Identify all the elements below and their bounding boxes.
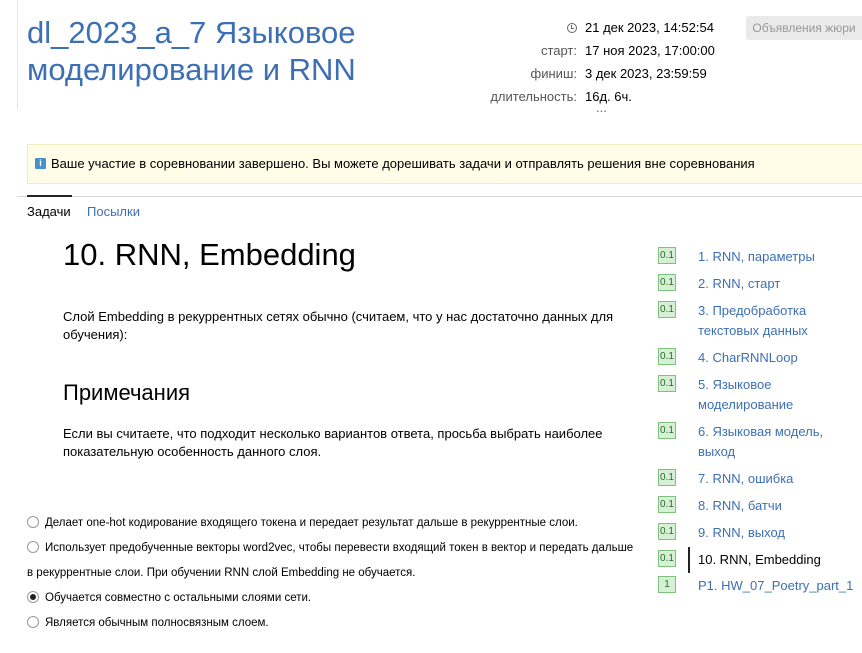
- problem-link[interactable]: 4. CharRNNLoop: [698, 348, 858, 368]
- tabs-divider: [17, 196, 862, 197]
- problem-statement: Слой Embedding в рекуррентных сетях обыч…: [63, 309, 614, 342]
- answer-option-4[interactable]: Является обычным полносвязным слоем.: [27, 615, 269, 630]
- answer-option-3[interactable]: Обучается совместно с остальными слоями …: [27, 590, 311, 605]
- radio-button[interactable]: [27, 515, 39, 528]
- problem-link[interactable]: 9. RNN, выход: [698, 523, 858, 543]
- participation-notice: i Ваше участие в соревновании завершено. …: [27, 144, 862, 184]
- start-value: 17 ноя 2023, 17:00:00: [585, 43, 715, 58]
- notice-text: Ваше участие в соревновании завершено. В…: [51, 156, 755, 171]
- start-label: старт:: [540, 43, 577, 58]
- problem-link[interactable]: P1. HW_07_Poetry_part_1: [698, 576, 858, 596]
- problem-link[interactable]: 1. RNN, параметры: [698, 247, 858, 267]
- problem-link[interactable]: 6. Языковая модель, выход: [698, 422, 858, 462]
- problem-link[interactable]: 7. RNN, ошибка: [698, 469, 858, 489]
- radio-button[interactable]: [27, 540, 39, 553]
- meta-more-link[interactable]: ...: [596, 100, 607, 115]
- radio-button-selected[interactable]: [27, 590, 39, 603]
- notes-heading: Примечания: [63, 380, 191, 405]
- problem-link[interactable]: 8. RNN, батчи: [698, 496, 858, 516]
- duration-value: 16д. 6ч.: [585, 89, 632, 104]
- problem-link[interactable]: 2. RNN, старт: [698, 274, 858, 294]
- score-badge: 0.1: [658, 523, 676, 540]
- duration-label: длительность:: [490, 89, 577, 104]
- current-problem-marker: [688, 547, 690, 573]
- left-border: [17, 0, 18, 110]
- tab-submissions[interactable]: Посылки: [87, 204, 140, 219]
- answer-option-1[interactable]: Делает one-hot кодирование входящего ток…: [27, 515, 578, 530]
- score-badge: 0.1: [658, 301, 676, 318]
- problem-title: 10. RNN, Embedding: [63, 237, 356, 272]
- jury-announcements-button[interactable]: Объявления жюри: [746, 16, 862, 40]
- problem-link[interactable]: 5. Языковое моделирование: [698, 375, 858, 415]
- radio-button[interactable]: [27, 615, 39, 628]
- answer-option-2[interactable]: Использует предобученные векторы word2ve…: [27, 540, 633, 555]
- info-icon: i: [35, 158, 46, 170]
- score-badge: 0.1: [658, 348, 676, 365]
- finish-label: финиш:: [530, 66, 577, 81]
- notes-text: Если вы считаете, что подходит несколько…: [63, 426, 603, 459]
- score-badge: 0.1: [658, 496, 676, 513]
- current-time: 21 дек 2023, 14:52:54: [585, 20, 714, 35]
- score-badge: 0.1: [658, 274, 676, 291]
- clock-icon: [567, 23, 577, 33]
- answer-option-2-continuation: в рекуррентные слои. При обучении RNN сл…: [27, 567, 416, 579]
- contest-meta: 21 дек 2023, 14:52:54 старт: 17 ноя 2023…: [470, 16, 715, 108]
- score-badge: 0.1: [658, 422, 676, 439]
- current-problem-label: 10. RNN, Embedding: [698, 552, 821, 567]
- score-badge: 1: [658, 576, 676, 593]
- score-badge: 0.1: [658, 469, 676, 486]
- score-badge: 0.1: [658, 247, 676, 264]
- score-badge: 0.1: [658, 375, 676, 392]
- score-badge: 0.1: [658, 550, 676, 567]
- contest-title: dl_2023_a_7 Языковое моделирование и RNN: [27, 15, 356, 87]
- tab-problems[interactable]: Задачи: [27, 195, 72, 219]
- problem-link[interactable]: 3. Предобработка текстовых данных: [698, 301, 858, 341]
- finish-value: 3 дек 2023, 23:59:59: [585, 66, 707, 81]
